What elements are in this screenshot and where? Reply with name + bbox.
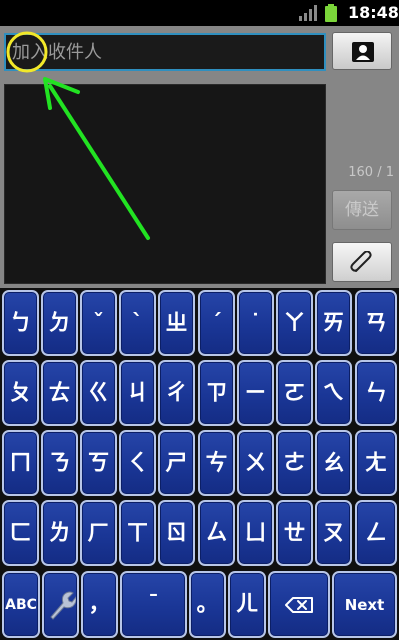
- space-key[interactable]: ˉ: [120, 571, 187, 638]
- add-contact-button[interactable]: [332, 32, 392, 70]
- key-r1-c9[interactable]: ㄞ: [315, 290, 352, 356]
- backspace-key[interactable]: [268, 571, 330, 638]
- key-r4-c8[interactable]: ㄝ: [276, 500, 313, 566]
- comma-key[interactable]: ，: [81, 571, 118, 638]
- key-r2-c3[interactable]: ㄍ: [80, 360, 117, 426]
- key-r1-c4[interactable]: ˋ: [119, 290, 156, 356]
- battery-icon: [325, 4, 337, 22]
- signal-icon: [299, 5, 317, 21]
- key-r1-c10[interactable]: ㄢ: [355, 290, 397, 356]
- key-r4-c4[interactable]: ㄒ: [119, 500, 156, 566]
- key-r1-c7[interactable]: ˙: [237, 290, 274, 356]
- paperclip-icon: [350, 251, 372, 272]
- clock: 18:48: [348, 3, 399, 22]
- key-r3-c9[interactable]: ㄠ: [315, 430, 352, 496]
- key-r1-c8[interactable]: ㄚ: [276, 290, 313, 356]
- key-r4-c6[interactable]: ㄙ: [198, 500, 235, 566]
- message-input[interactable]: [5, 85, 329, 287]
- key-r4-c7[interactable]: ㄩ: [237, 500, 274, 566]
- key-r1-c1[interactable]: ㄅ: [2, 290, 39, 356]
- key-r2-c9[interactable]: ㄟ: [315, 360, 352, 426]
- next-key[interactable]: Next: [332, 571, 397, 638]
- contact-icon: [352, 42, 374, 62]
- key-r2-c2[interactable]: ㄊ: [41, 360, 78, 426]
- key-r2-c4[interactable]: ㄐ: [119, 360, 156, 426]
- message-body[interactable]: [4, 84, 329, 287]
- wrench-icon: [49, 591, 76, 620]
- key-r1-c2[interactable]: ㄉ: [41, 290, 78, 356]
- status-bar: 18:48: [0, 0, 399, 27]
- settings-key[interactable]: [42, 571, 79, 638]
- recipient-input[interactable]: [6, 35, 324, 69]
- zhuyin-keyboard: ABC ， ˉ 。 ㄦ Next ㄅㄉ ˇ ˋ ㄓ ˊ ˙ ㄚㄞㄢㄆㄊㄍㄐㄔㄗㄧㄛㄟㄣㄇㄋㄎ…: [0, 288, 399, 640]
- key-r4-c1[interactable]: ㄈ: [2, 500, 39, 566]
- backspace-icon: [285, 596, 313, 613]
- key-r2-c10[interactable]: ㄣ: [355, 360, 397, 426]
- key-r3-c10[interactable]: ㄤ: [355, 430, 397, 496]
- key-r4-c2[interactable]: ㄌ: [41, 500, 78, 566]
- key-r2-c1[interactable]: ㄆ: [2, 360, 39, 426]
- key-r4-c3[interactable]: ㄏ: [80, 500, 117, 566]
- key-r2-c7[interactable]: ㄧ: [237, 360, 274, 426]
- key-r3-c6[interactable]: ㄘ: [198, 430, 235, 496]
- char-counter: 160 / 1: [348, 165, 394, 180]
- key-r3-c7[interactable]: ㄨ: [237, 430, 274, 496]
- key-r3-c2[interactable]: ㄋ: [41, 430, 78, 496]
- key-r4-c10[interactable]: ㄥ: [355, 500, 397, 566]
- attach-button[interactable]: [332, 242, 392, 282]
- abc-key[interactable]: ABC: [2, 571, 40, 638]
- key-r4-c5[interactable]: ㄖ: [158, 500, 195, 566]
- key-r2-c8[interactable]: ㄛ: [276, 360, 313, 426]
- er-key[interactable]: ㄦ: [228, 571, 266, 638]
- key-r3-c3[interactable]: ㄎ: [80, 430, 117, 496]
- key-r1-c5[interactable]: ㄓ: [158, 290, 195, 356]
- key-r1-c6[interactable]: ˊ: [198, 290, 235, 356]
- key-r2-c6[interactable]: ㄗ: [198, 360, 235, 426]
- period-key[interactable]: 。: [189, 571, 226, 638]
- key-r3-c4[interactable]: ㄑ: [119, 430, 156, 496]
- recipient-field-frame: [4, 33, 326, 71]
- compose-panel: 160 / 1 傳送: [0, 26, 399, 288]
- key-r3-c8[interactable]: ㄜ: [276, 430, 313, 496]
- key-r3-c1[interactable]: ㄇ: [2, 430, 39, 496]
- send-button[interactable]: 傳送: [332, 190, 392, 230]
- key-r4-c9[interactable]: ㄡ: [315, 500, 352, 566]
- key-r2-c5[interactable]: ㄔ: [158, 360, 195, 426]
- key-r1-c3[interactable]: ˇ: [80, 290, 117, 356]
- key-r3-c5[interactable]: ㄕ: [158, 430, 195, 496]
